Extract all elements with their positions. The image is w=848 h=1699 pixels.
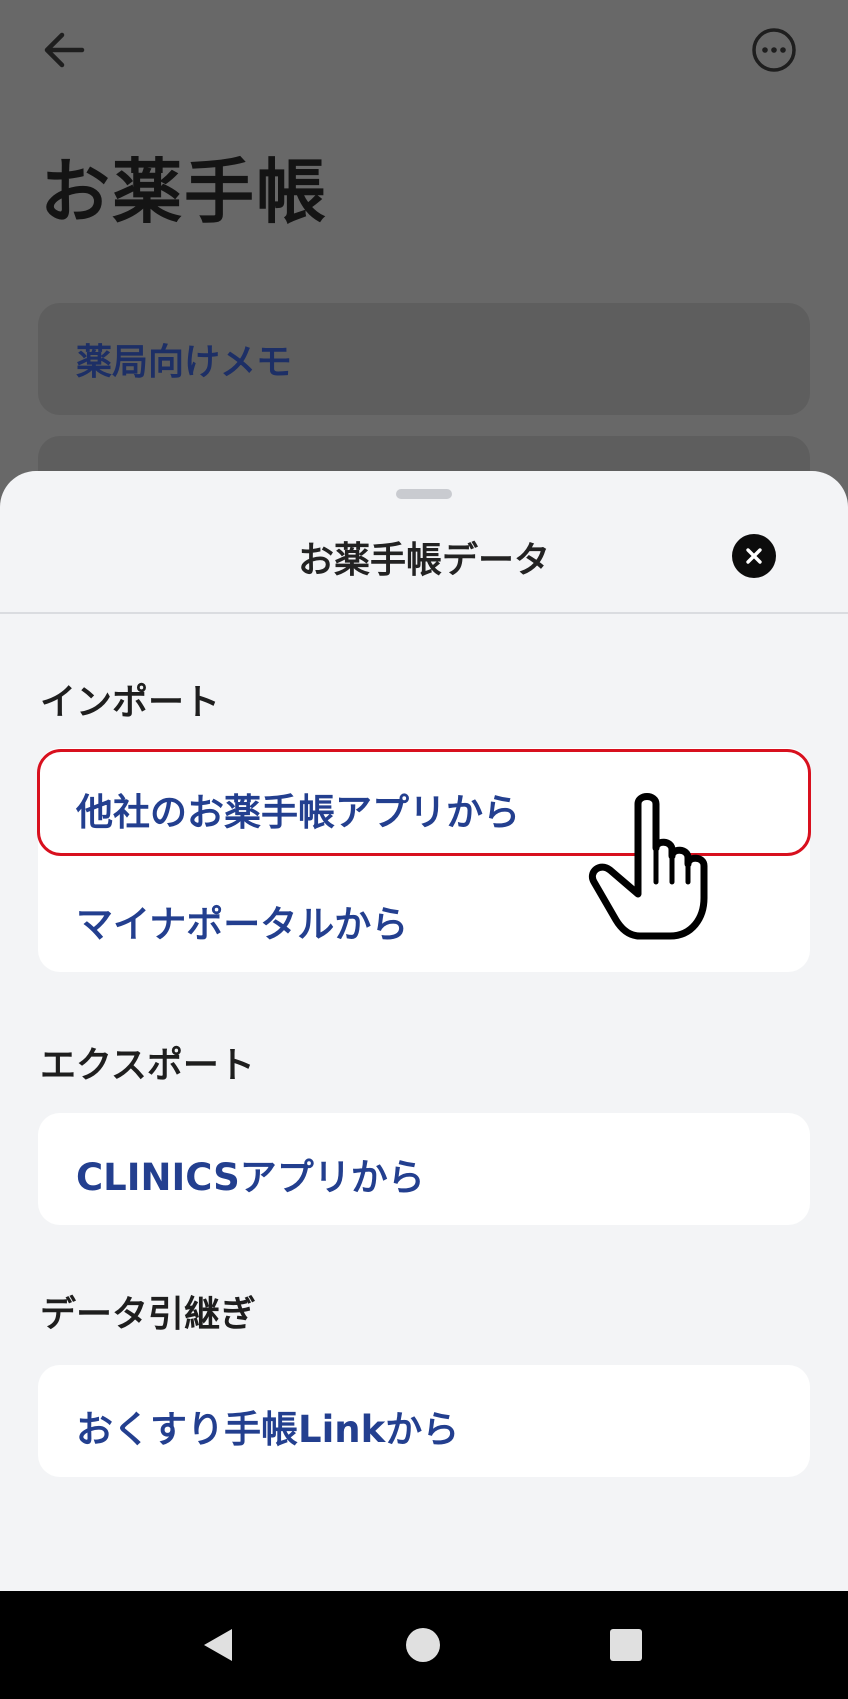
section-label-import: インポート [40,682,221,723]
import-from-other-app-label: 他社のお薬手帳アプリから [76,791,520,834]
transfer-from-okusuri-link-label: おくすり手帳Linkから [76,1408,460,1451]
system-navigation-bar [0,1591,848,1699]
nav-recents-icon[interactable] [600,1619,652,1671]
page-title: お薬手帳 [40,151,328,233]
sheet-title: お薬手帳データ [297,540,550,581]
arrow-left-icon[interactable] [38,24,90,76]
pointing-hand-icon [588,790,724,940]
export-from-clinics-button[interactable]: CLINICSアプリから [38,1113,810,1225]
pharmacy-memo-card[interactable]: 薬局向けメモ [38,303,810,415]
nav-back-icon[interactable] [192,1619,244,1671]
nav-home-icon[interactable] [397,1619,449,1671]
sheet-drag-handle[interactable] [396,489,452,499]
close-icon [746,548,762,564]
export-options-card: CLINICSアプリから [38,1113,810,1225]
close-button[interactable] [732,534,776,578]
transfer-from-okusuri-link-button[interactable]: おくすり手帳Linkから [38,1365,810,1477]
transfer-options-card: おくすり手帳Linkから [38,1365,810,1477]
import-from-mynaportal-label: マイナポータルから [76,903,409,946]
export-from-clinics-label: CLINICSアプリから [76,1156,425,1199]
section-label-transfer: データ引継ぎ [40,1294,257,1335]
section-label-export: エクスポート [40,1045,255,1086]
data-bottom-sheet: お薬手帳データ インポート 他社のお薬手帳アプリから マイナポータルから エクス… [0,471,848,1591]
pharmacy-memo-label: 薬局向けメモ [76,342,293,383]
sheet-divider [0,612,848,614]
more-horizontal-icon[interactable] [748,24,800,76]
